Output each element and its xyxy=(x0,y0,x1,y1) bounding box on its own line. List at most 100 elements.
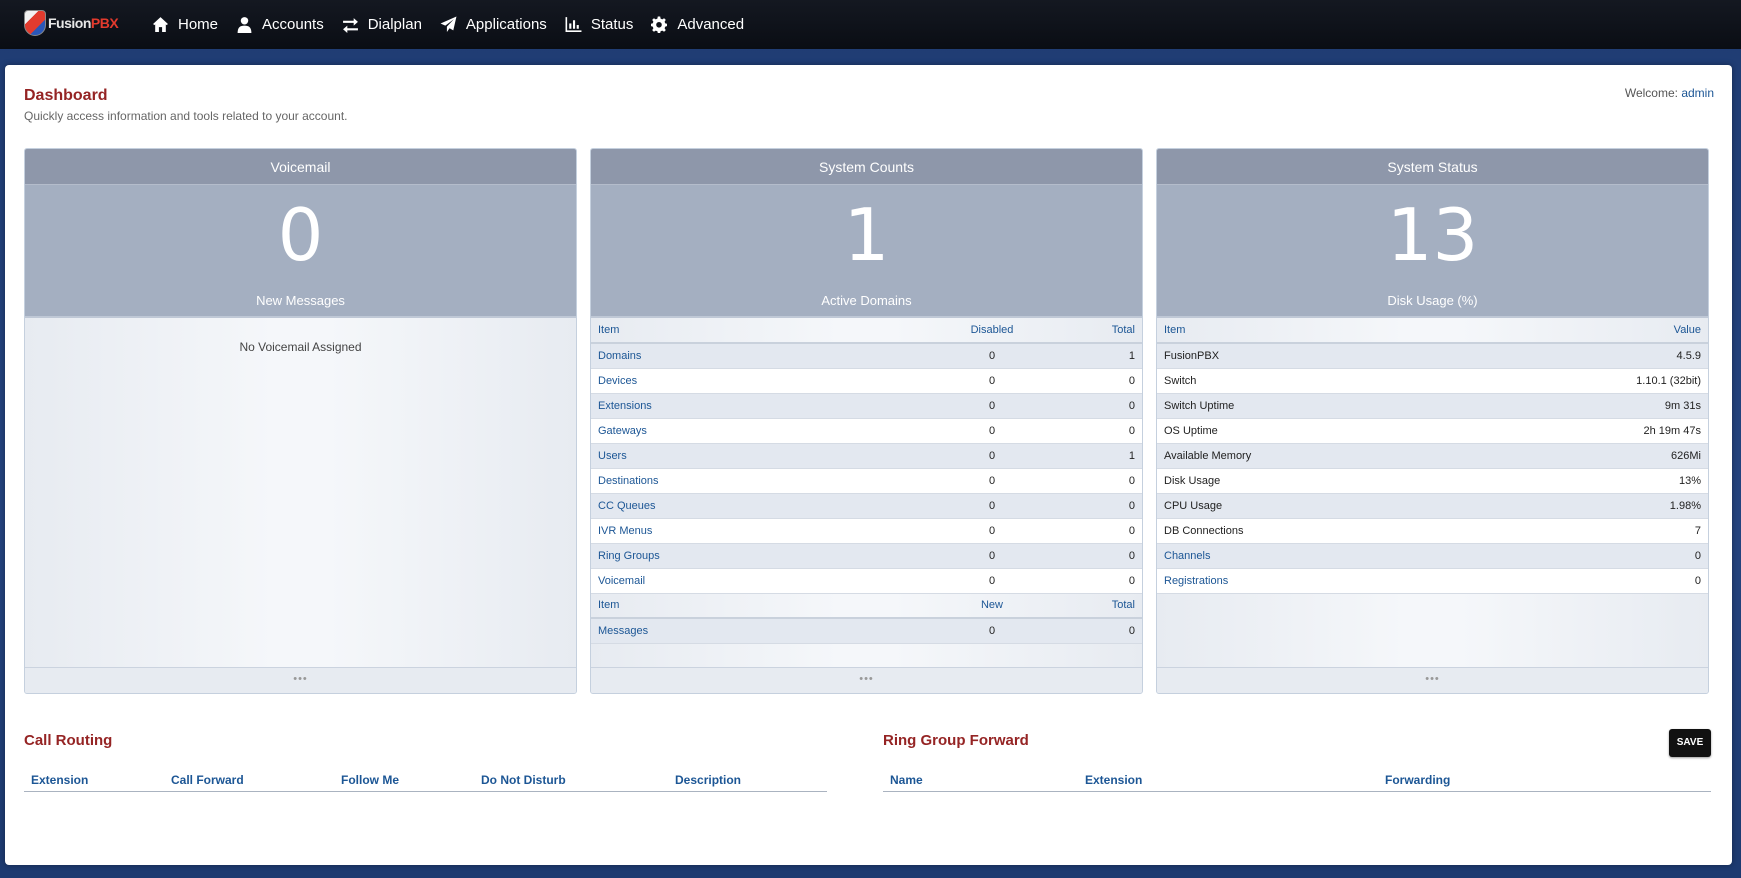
row-item: CPU Usage xyxy=(1157,493,1467,519)
row-value: 9m 31s xyxy=(1466,393,1708,419)
nav-applications[interactable]: Applications xyxy=(440,0,547,49)
row-item-link[interactable]: IVR Menus xyxy=(591,518,932,544)
table-row[interactable]: Extensions 0 0 xyxy=(591,393,1142,419)
row-item-link[interactable]: Extensions xyxy=(591,393,932,419)
nav-accounts[interactable]: Accounts xyxy=(236,0,324,49)
col-item: Item xyxy=(591,593,932,619)
page-description: Quickly access information and tools rel… xyxy=(24,109,348,123)
row-item-link[interactable]: CC Queues xyxy=(591,493,932,519)
system-status-widget-title[interactable]: System Status xyxy=(1157,149,1708,185)
row-value: 1.98% xyxy=(1466,493,1708,519)
disk-usage-percent: 13 xyxy=(1386,193,1479,277)
brand-suffix: PBX xyxy=(90,15,119,31)
active-domains-count: 1 xyxy=(843,193,890,277)
shield-logo-icon xyxy=(24,10,46,36)
col-name: Name xyxy=(890,773,923,787)
table-row[interactable]: Ring Groups 0 0 xyxy=(591,543,1142,569)
nav-applications-label: Applications xyxy=(465,16,547,33)
brand-prefix: Fusion xyxy=(48,15,91,31)
save-button[interactable]: SAVE xyxy=(1669,729,1711,757)
row-total: 0 xyxy=(1052,543,1142,569)
row-item-link[interactable]: Devices xyxy=(591,368,932,394)
row-disabled: 0 xyxy=(932,518,1052,544)
system-counts-widget-title[interactable]: System Counts xyxy=(591,149,1142,185)
new-messages-label: New Messages xyxy=(256,293,345,308)
col-disabled: Disabled xyxy=(932,318,1052,344)
row-item-link[interactable]: Destinations xyxy=(591,468,932,494)
exchange-icon xyxy=(342,16,359,33)
voicemail-widget-title[interactable]: Voicemail xyxy=(25,149,576,185)
table-row[interactable]: Devices 0 0 xyxy=(591,368,1142,394)
row-value: 1.10.1 (32bit) xyxy=(1466,368,1708,394)
row-item: FusionPBX xyxy=(1157,343,1467,369)
table-row[interactable]: CC Queues 0 0 xyxy=(591,493,1142,519)
system-counts-widget: System Counts 1 Active Domains Item Disa… xyxy=(590,148,1143,694)
row-disabled: 0 xyxy=(932,543,1052,569)
table-row[interactable]: Voicemail 0 0 xyxy=(591,568,1142,594)
system-counts-hero[interactable]: 1 Active Domains xyxy=(591,185,1142,318)
row-item-link[interactable]: Messages xyxy=(591,618,932,644)
row-item-link[interactable]: Users xyxy=(591,443,932,469)
row-disabled: 0 xyxy=(932,568,1052,594)
system-status-expand-handle[interactable]: ••• xyxy=(1157,667,1708,693)
nav-home[interactable]: Home xyxy=(152,0,218,49)
row-new: 0 xyxy=(932,618,1052,644)
table-row[interactable]: Gateways 0 0 xyxy=(591,418,1142,444)
nav-advanced[interactable]: Advanced xyxy=(651,0,744,49)
table-row: Available Memory 626Mi xyxy=(1157,443,1708,469)
row-total: 1 xyxy=(1052,443,1142,469)
col-forwarding: Forwarding xyxy=(1385,773,1451,787)
system-status-table: Item Value FusionPBX 4.5.9 Switch 1.10.1… xyxy=(1157,318,1708,594)
paper-plane-icon xyxy=(440,16,457,33)
nav-status-label: Status xyxy=(590,16,634,33)
table-row: DB Connections 7 xyxy=(1157,518,1708,544)
system-status-body: Item Value FusionPBX 4.5.9 Switch 1.10.1… xyxy=(1157,318,1708,667)
row-item-link[interactable]: Domains xyxy=(591,343,932,369)
row-disabled: 0 xyxy=(932,393,1052,419)
col-total: Total xyxy=(1052,318,1142,344)
col-item: Item xyxy=(1157,318,1467,344)
row-item-link[interactable]: Voicemail xyxy=(591,568,932,594)
welcome-user-link[interactable]: admin xyxy=(1681,86,1714,100)
row-item-link[interactable]: Gateways xyxy=(591,418,932,444)
nav-status[interactable]: Status xyxy=(565,0,634,49)
new-messages-count: 0 xyxy=(277,193,324,277)
row-disabled: 0 xyxy=(932,418,1052,444)
table-row[interactable]: Channels 0 xyxy=(1157,543,1708,569)
disk-usage-label: Disk Usage (%) xyxy=(1387,293,1478,308)
row-item-link[interactable]: Ring Groups xyxy=(591,543,932,569)
nav-dialplan[interactable]: Dialplan xyxy=(342,0,422,49)
system-counts-expand-handle[interactable]: ••• xyxy=(591,667,1142,693)
no-voicemail-note: No Voicemail Assigned xyxy=(239,340,362,354)
row-item-link[interactable]: Channels xyxy=(1157,543,1467,569)
voicemail-widget: Voicemail 0 New Messages No Voicemail As… xyxy=(24,148,577,694)
table-header-row: Item Value xyxy=(1157,318,1708,344)
row-disabled: 0 xyxy=(932,343,1052,369)
nav-advanced-label: Advanced xyxy=(677,16,745,33)
row-total: 0 xyxy=(1052,493,1142,519)
row-item: Switch Uptime xyxy=(1157,393,1467,419)
system-status-hero[interactable]: 13 Disk Usage (%) xyxy=(1157,185,1708,318)
bar-chart-icon xyxy=(565,16,582,33)
fusionpbx-logo[interactable]: FusionPBX xyxy=(24,10,119,36)
table-row[interactable]: Domains 0 1 xyxy=(591,343,1142,369)
table-row[interactable]: Registrations 0 xyxy=(1157,568,1708,594)
row-item-link[interactable]: Registrations xyxy=(1157,568,1467,594)
voicemail-expand-handle[interactable]: ••• xyxy=(25,667,576,693)
active-domains-label: Active Domains xyxy=(821,293,912,308)
voicemail-hero[interactable]: 0 New Messages xyxy=(25,185,576,318)
ring-group-table-header: Name Extension Forwarding xyxy=(883,773,1711,792)
row-total: 1 xyxy=(1052,343,1142,369)
table-row[interactable]: Destinations 0 0 xyxy=(591,468,1142,494)
row-value: 0 xyxy=(1466,543,1708,569)
table-row[interactable]: Messages 0 0 xyxy=(591,618,1142,644)
col-description: Description xyxy=(675,773,742,787)
system-counts-body: Item Disabled Total Domains 0 1 Devices … xyxy=(591,318,1142,667)
table-subheader-row: Item New Total xyxy=(591,593,1142,619)
row-total: 0 xyxy=(1052,518,1142,544)
voicemail-body: No Voicemail Assigned xyxy=(25,318,576,667)
call-routing-table-header: Extension Call Forward Follow Me Do Not … xyxy=(24,773,827,792)
main-menu: Home Accounts Dialplan Applications Stat… xyxy=(152,0,762,49)
table-row[interactable]: Users 0 1 xyxy=(591,443,1142,469)
table-row[interactable]: IVR Menus 0 0 xyxy=(591,518,1142,544)
